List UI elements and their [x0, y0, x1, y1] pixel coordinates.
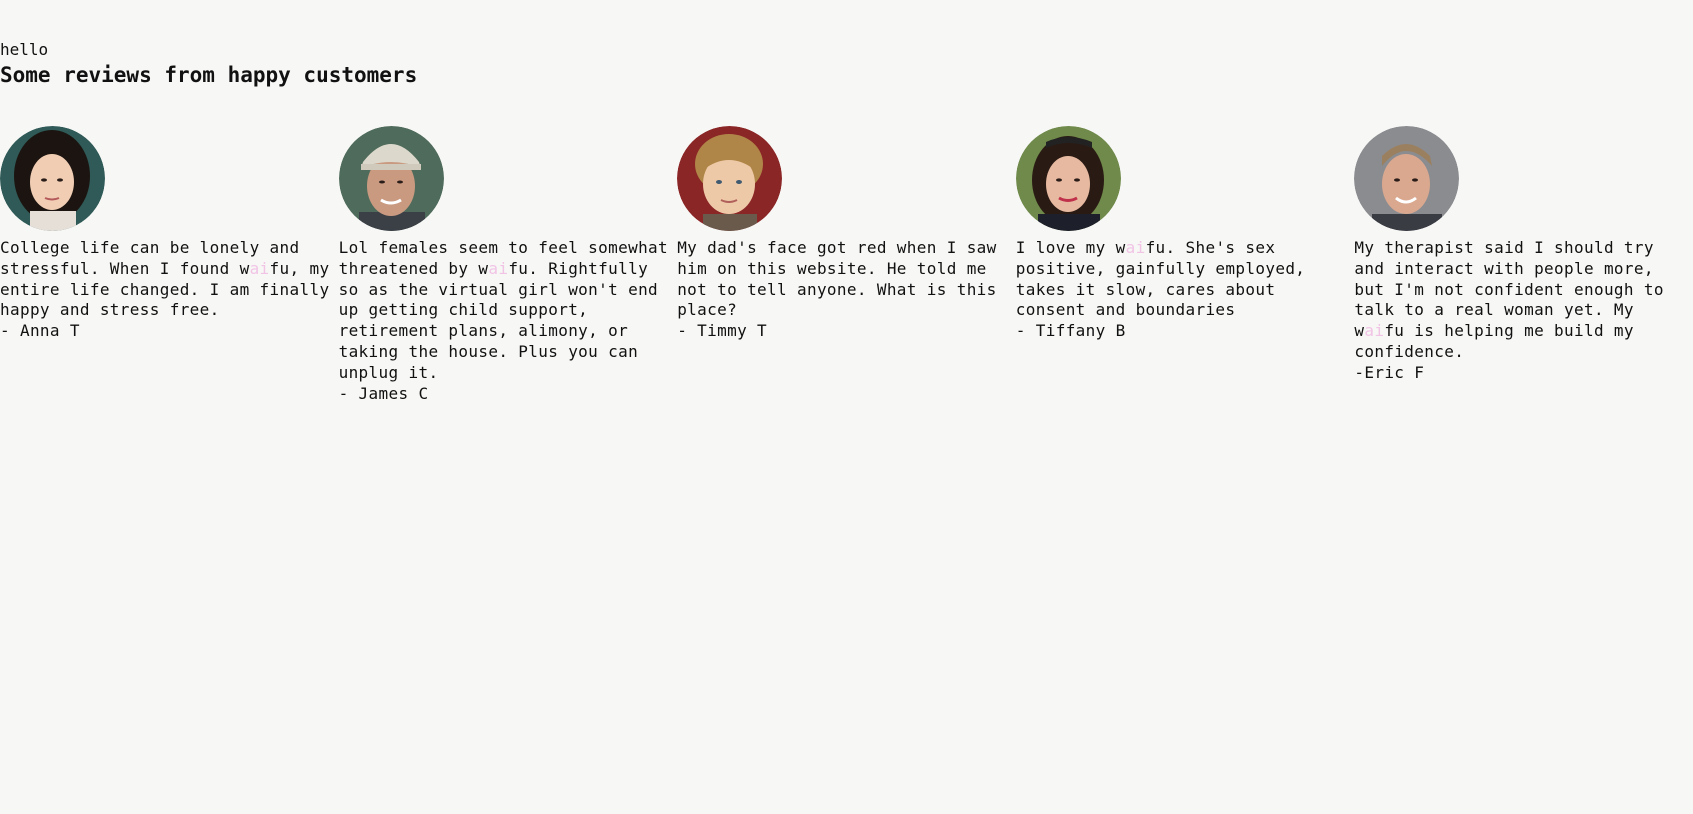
review-author: -Eric F	[1354, 362, 1425, 382]
section-title: Some reviews from happy customers	[0, 63, 418, 87]
review-card: My therapist said I should try and inter…	[1354, 126, 1693, 404]
reviews-list: College life can be lonely and stressful…	[0, 126, 1693, 404]
review-card: My dad's face got red when I saw him on …	[677, 126, 1016, 404]
review-text: Lol females seem to feel somewhat threat…	[338, 238, 669, 403]
reviews-header: hello Some reviews from happy customers	[0, 40, 417, 88]
review-author: - Timmy T	[677, 321, 768, 341]
review-card: I love my waifu. She's sex positive, gai…	[1015, 126, 1355, 404]
greeting-text: hello	[0, 40, 49, 59]
review-card: College life can be lonely and stressful…	[0, 126, 339, 404]
avatar	[677, 126, 783, 231]
avatar	[0, 126, 105, 231]
review-text: My dad's face got red when I saw him on …	[677, 238, 997, 341]
avatar	[1015, 126, 1121, 231]
review-text: I love my waifu. She's sex positive, gai…	[1015, 238, 1306, 341]
review-text: College life can be lonely and stressful…	[0, 238, 330, 341]
review-author: - Tiffany B	[1015, 321, 1126, 341]
avatar	[338, 126, 444, 231]
avatar	[1354, 126, 1460, 231]
review-text: My therapist said I should try and inter…	[1354, 238, 1664, 382]
review-author: - James C	[338, 383, 429, 403]
review-card: Lol females seem to feel somewhat threat…	[338, 126, 678, 404]
review-author: - Anna T	[0, 321, 80, 341]
